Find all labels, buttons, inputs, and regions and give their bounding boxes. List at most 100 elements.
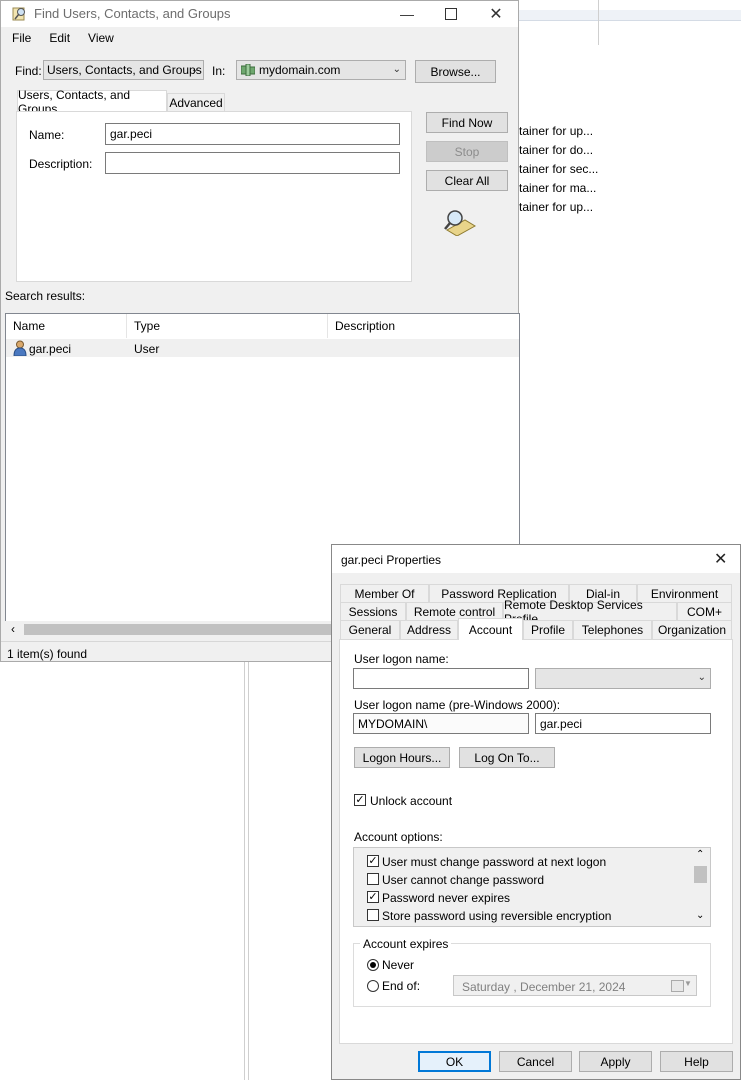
scroll-down-icon[interactable]: ⌄ [696, 910, 704, 921]
background-divider [244, 660, 245, 1080]
scroll-up-icon[interactable]: ⌃ [696, 849, 704, 860]
account-options-label: Account options: [354, 830, 443, 844]
background-divider [598, 0, 599, 45]
option-label: User must change password at next logon [382, 855, 607, 869]
pre2000-domain-field[interactable]: MYDOMAIN\ [353, 713, 529, 734]
vertical-scrollbar[interactable]: ⌃ ⌄ [692, 848, 710, 926]
pre2000-user-field[interactable]: gar.peci [535, 713, 711, 734]
tab-address[interactable]: Address [400, 620, 458, 639]
user-icon [13, 340, 27, 357]
end-of-date-picker[interactable]: Saturday , December 21, 2024 ▼ [453, 975, 697, 996]
calendar-icon[interactable] [671, 980, 684, 992]
menu-view[interactable]: View [77, 31, 121, 45]
ok-button[interactable]: OK [418, 1051, 491, 1072]
dialog-title: gar.peci Properties [341, 553, 442, 567]
help-button[interactable]: Help [660, 1051, 733, 1072]
find-label: Find: [15, 64, 42, 78]
option-label: Store password using reversible encrypti… [382, 909, 612, 923]
background-list-item[interactable]: tainer for up... [519, 124, 593, 138]
background-list-item[interactable]: tainer for do... [519, 143, 593, 157]
maximize-icon[interactable] [428, 1, 474, 27]
stop-button[interactable]: Stop [426, 141, 508, 162]
column-header-type[interactable]: Type [127, 314, 328, 338]
option-checkbox[interactable] [367, 909, 379, 921]
table-row[interactable]: gar.peci User [6, 339, 519, 357]
close-icon[interactable]: ✕ [473, 1, 519, 27]
dialog-title-bar[interactable]: gar.peci Properties ✕ [332, 545, 740, 573]
pre2000-label: User logon name (pre-Windows 2000): [354, 698, 561, 712]
find-type-value: Users, Contacts, and Groups [47, 63, 202, 77]
logon-name-field[interactable] [353, 668, 529, 689]
tab-com-plus[interactable]: COM+ [677, 602, 732, 621]
option-label: Password never expires [382, 891, 511, 905]
horizontal-scrollbar[interactable]: ‹ [5, 621, 335, 638]
tab-remote-desktop-services-profile[interactable]: Remote Desktop Services Profile [503, 598, 677, 626]
background-list-item[interactable]: tainer for ma... [519, 181, 596, 195]
name-label: Name: [29, 128, 65, 142]
description-label: Description: [29, 157, 93, 171]
tab-telephones[interactable]: Telephones [573, 620, 652, 639]
scrollbar-thumb[interactable] [24, 624, 335, 635]
option-label: User cannot change password [382, 873, 545, 887]
status-text: 1 item(s) found [7, 647, 88, 661]
account-expires-label: Account expires [360, 937, 452, 951]
logon-name-label: User logon name: [354, 652, 449, 666]
menu-file[interactable]: File [1, 31, 38, 45]
option-checkbox[interactable]: ✓ [367, 891, 379, 903]
unlock-account-checkbox[interactable]: ✓ [354, 794, 366, 806]
minimize-icon[interactable]: — [384, 1, 430, 27]
chevron-down-icon: ▼ [684, 979, 692, 988]
find-app-icon [11, 6, 27, 22]
option-checkbox[interactable] [367, 873, 379, 885]
log-on-to-button[interactable]: Log On To... [459, 747, 555, 768]
chevron-down-icon: ⌄ [190, 64, 199, 75]
tab-organization[interactable]: Organization [652, 620, 732, 639]
description-field[interactable] [105, 152, 400, 174]
end-of-radio[interactable] [367, 980, 379, 992]
find-type-combo[interactable]: Users, Contacts, and Groups ⌄ [43, 60, 204, 80]
tab-users-contacts-groups[interactable]: Users, Contacts, and Groups [17, 88, 167, 116]
tab-profile[interactable]: Profile [523, 620, 573, 639]
clear-all-button[interactable]: Clear All [426, 170, 508, 191]
find-now-button[interactable]: Find Now [426, 112, 508, 133]
background-list-item[interactable]: tainer for up... [519, 200, 593, 214]
in-label: In: [212, 64, 226, 78]
menu-edit[interactable]: Edit [38, 31, 77, 45]
background-list-item[interactable]: tainer for sec... [519, 162, 598, 176]
in-domain-combo[interactable]: mydomain.com ⌄ [236, 60, 406, 80]
chevron-down-icon: ⌄ [697, 672, 706, 683]
account-options-list[interactable]: ✓ User must change password at next logo… [353, 847, 711, 927]
name-field[interactable]: gar.peci [105, 123, 400, 145]
tab-advanced[interactable]: Advanced [167, 93, 225, 112]
title-bar[interactable]: Find Users, Contacts, and Groups — ✕ [1, 1, 518, 27]
unlock-account-label: Unlock account [370, 794, 453, 808]
logon-hours-button[interactable]: Logon Hours... [354, 747, 450, 768]
properties-dialog: gar.peci Properties ✕ Member Of Password… [331, 544, 741, 1080]
background-divider [248, 660, 249, 1080]
in-domain-value: mydomain.com [259, 63, 341, 77]
search-magnifier-icon [443, 208, 477, 237]
row-name: gar.peci [29, 342, 72, 356]
tab-member-of[interactable]: Member Of [340, 584, 429, 603]
browse-button[interactable]: Browse... [415, 60, 496, 83]
search-results-label: Search results: [5, 289, 86, 303]
column-header-description[interactable]: Description [328, 314, 519, 338]
tab-general[interactable]: General [340, 620, 400, 639]
background-toolbar-strip [519, 10, 741, 21]
option-checkbox[interactable]: ✓ [367, 855, 379, 867]
tab-sessions[interactable]: Sessions [340, 602, 406, 621]
never-label: Never [382, 958, 415, 972]
end-of-date-value: Saturday , December 21, 2024 [462, 980, 626, 994]
never-radio[interactable] [367, 959, 379, 971]
scrollbar-thumb[interactable] [694, 866, 707, 883]
row-type: User [134, 342, 160, 356]
domain-icon [240, 63, 256, 77]
chevron-down-icon: ⌄ [392, 64, 401, 75]
apply-button[interactable]: Apply [579, 1051, 652, 1072]
close-icon[interactable]: ✕ [714, 549, 727, 569]
scroll-left-icon[interactable]: ‹ [11, 622, 15, 636]
tab-account[interactable]: Account [458, 618, 523, 640]
cancel-button[interactable]: Cancel [499, 1051, 572, 1072]
upn-suffix-combo[interactable]: ⌄ [535, 668, 711, 689]
column-header-name[interactable]: Name [6, 314, 127, 338]
